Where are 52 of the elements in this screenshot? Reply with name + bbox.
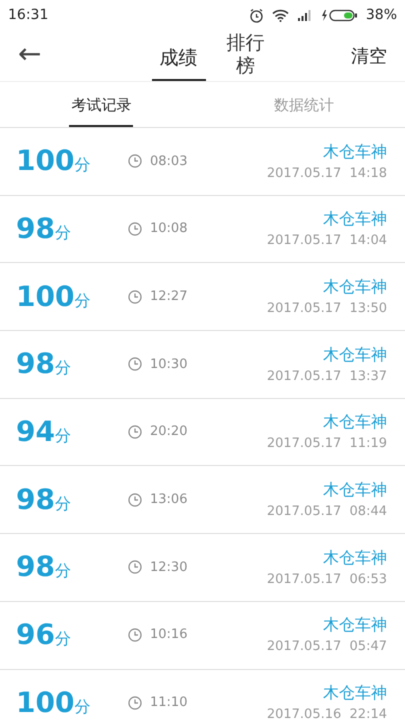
score-unit: 分 <box>74 696 90 718</box>
score-unit: 分 <box>54 222 71 244</box>
exam-date: 2017.05.17 11:19 <box>266 435 387 454</box>
exam-date: 2017.05.17 08:44 <box>266 503 387 522</box>
exam-duration: 12:27 <box>150 288 188 306</box>
user-name: 木仓车神 <box>323 276 387 298</box>
sub-tab[interactable]: 考试记录 <box>69 84 134 127</box>
exam-date: 2017.05.17 14:18 <box>266 164 387 183</box>
exam-date: 2017.05.17 14:04 <box>266 232 387 250</box>
clear-button[interactable]: 清空 <box>351 43 387 70</box>
user-name: 木仓车神 <box>323 344 387 366</box>
score-unit: 分 <box>54 492 71 515</box>
exam-date: 2017.05.17 06:53 <box>266 570 387 589</box>
exam-duration: 13:06 <box>150 491 188 510</box>
header-tab[interactable]: 成绩 <box>152 47 206 81</box>
header-tab[interactable]: 排行榜 <box>222 32 270 81</box>
score-unit: 分 <box>74 154 90 176</box>
exam-date: 2017.05.16 22:14 <box>266 706 387 720</box>
score-value: 100 <box>16 684 74 720</box>
exam-date: 2017.05.17 13:50 <box>266 300 387 318</box>
exam-duration: 11:10 <box>150 694 188 712</box>
user-name: 木仓车神 <box>323 140 387 163</box>
user-name: 木仓车神 <box>323 208 387 230</box>
exam-duration: 10:08 <box>150 220 188 238</box>
exam-date: 2017.05.17 05:47 <box>266 638 387 656</box>
score-unit: 分 <box>54 425 71 448</box>
score-value: 100 <box>16 278 74 315</box>
score-unit: 分 <box>74 290 90 312</box>
battery-percent: 38% <box>366 6 397 24</box>
user-name: 木仓车神 <box>323 479 387 502</box>
exam-duration: 10:16 <box>150 626 188 644</box>
user-name: 木仓车神 <box>323 411 387 434</box>
score-value: 98 <box>16 482 55 518</box>
exam-duration: 20:20 <box>150 423 188 442</box>
score-value: 96 <box>16 617 55 654</box>
back-button[interactable]: ← <box>18 40 42 68</box>
user-name: 木仓车神 <box>323 546 387 569</box>
score-value: 100 <box>16 143 74 180</box>
clock-time: 16:31 <box>8 6 48 24</box>
score-unit: 分 <box>54 628 71 650</box>
exam-duration: 08:03 <box>150 152 188 171</box>
exam-duration: 12:30 <box>150 558 188 577</box>
score-unit: 分 <box>54 560 71 582</box>
score-value: 98 <box>16 211 55 248</box>
score-value: 98 <box>16 549 55 586</box>
score-value: 94 <box>16 414 55 450</box>
user-name: 木仓车神 <box>323 614 387 636</box>
score-value: 98 <box>16 346 55 382</box>
score-unit: 分 <box>54 357 71 380</box>
exam-date: 2017.05.17 13:37 <box>266 368 387 386</box>
user-name: 木仓车神 <box>323 682 387 704</box>
exam-duration: 10:30 <box>150 356 188 374</box>
